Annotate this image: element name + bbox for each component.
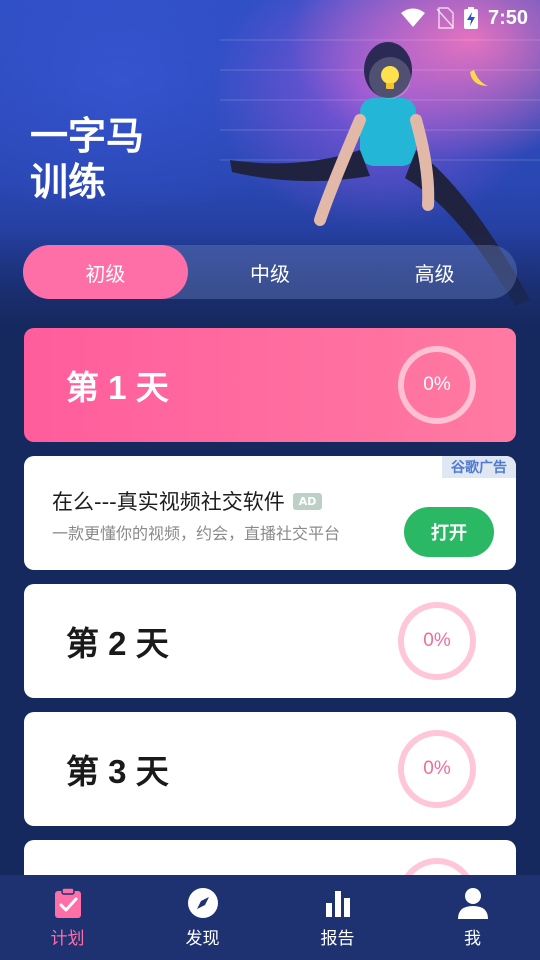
tab-intermediate[interactable]: 中级 [188,245,353,299]
battery-charging-icon [463,7,478,29]
status-bar: 7:50 [400,4,528,32]
progress-value: 0% [423,374,451,395]
ad-card[interactable]: 谷歌广告 在么---真实视频社交软件 AD 一款更懂你的视频，约会，直播社交平台… [24,456,516,570]
nav-label: 报告 [320,929,355,949]
person-icon [457,888,488,919]
bar-chart-icon [325,891,350,917]
tab-advanced[interactable]: 高级 [352,245,517,299]
nav-me[interactable]: 我 [405,875,540,960]
day-card-3[interactable]: 第 3 天 0% [24,712,516,826]
banana-icon[interactable] [466,66,492,92]
bottom-nav: 计划 发现 报告 我 [0,875,540,960]
level-tabs: 初级 中级 高级 [23,245,517,299]
status-time: 7:50 [487,6,528,29]
page-title: 一字马 训练 [30,114,144,206]
ad-description: 一款更懂你的视频，约会，直播社交平台 [52,524,341,543]
ad-badge: AD [292,492,323,510]
clipboard-check-icon [54,887,81,918]
day-card-2[interactable]: 第 2 天 0% [24,584,516,698]
no-sim-icon [436,7,454,29]
progress-ring: 0% [398,730,476,808]
ad-title-text: 在么---真实视频社交软件 [52,490,285,514]
day-label: 第 3 天 [66,753,169,790]
ad-open-button[interactable]: 打开 [404,507,494,557]
day-label: 第 2 天 [66,625,169,662]
title-line-2: 训练 [30,162,107,204]
progress-value: 0% [423,630,451,651]
nav-discover[interactable]: 发现 [135,875,270,960]
nav-label: 我 [464,929,481,949]
wifi-icon [400,8,425,27]
progress-ring: 0% [398,602,476,680]
ad-provider-tag: 谷歌广告 [442,456,516,478]
title-line-1: 一字马 [30,116,145,158]
lightbulb-icon[interactable] [368,56,412,100]
nav-plan[interactable]: 计划 [0,875,135,960]
nav-report[interactable]: 报告 [270,875,405,960]
tab-beginner[interactable]: 初级 [23,245,188,299]
ad-title: 在么---真实视频社交软件 AD [52,486,323,516]
progress-ring: 0% [398,346,476,424]
day-card-1[interactable]: 第 1 天 0% [24,328,516,442]
compass-icon [187,888,218,918]
nav-label: 发现 [185,929,220,949]
nav-label: 计划 [50,929,85,949]
day-label: 第 1 天 [66,369,169,406]
progress-value: 0% [423,758,451,779]
